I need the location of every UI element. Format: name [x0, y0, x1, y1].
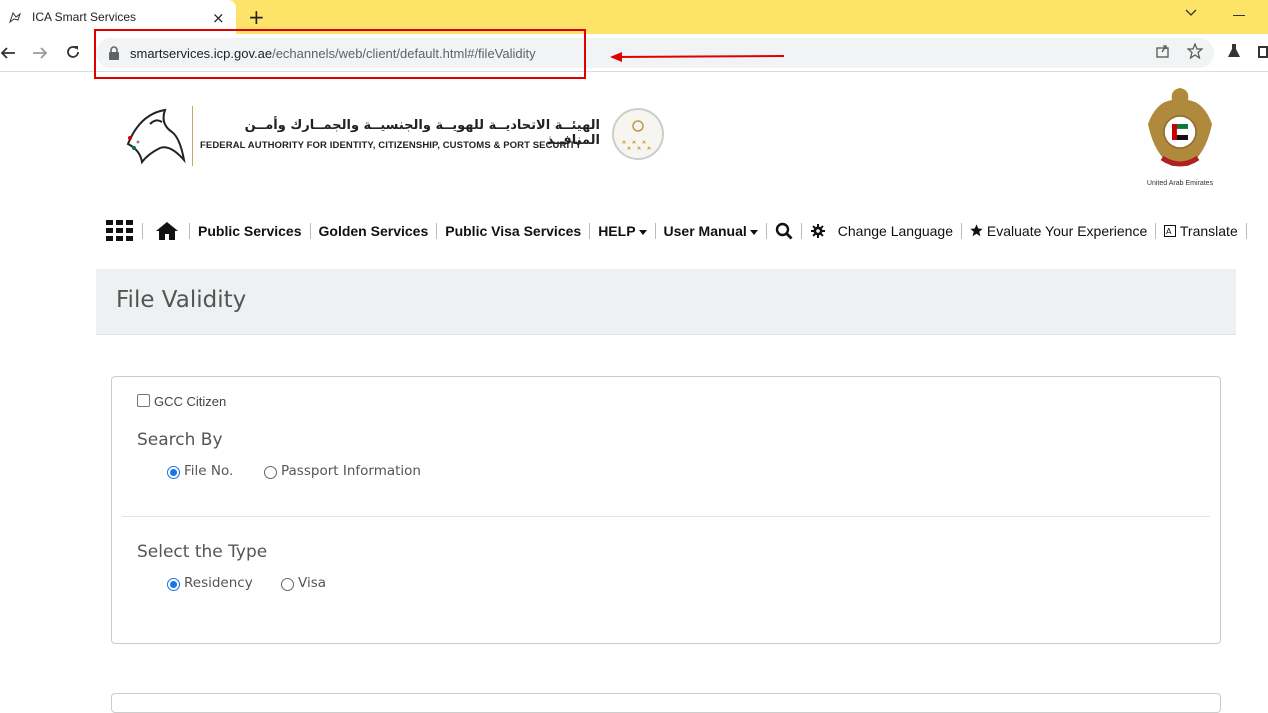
- tab-title: ICA Smart Services: [32, 10, 137, 24]
- gcc-citizen-checkbox[interactable]: [137, 393, 150, 407]
- tab-search-chevron-icon[interactable]: [1185, 9, 1197, 17]
- radio-visa[interactable]: Visa: [281, 574, 326, 591]
- tab-close-icon[interactable]: ×: [212, 9, 225, 27]
- nav-translate-label: Translate: [1179, 223, 1238, 239]
- main-navbar: Public Services Golden Services Public V…: [104, 214, 1247, 248]
- star-icon: [970, 224, 983, 237]
- nav-search[interactable]: [767, 222, 802, 240]
- falcon-favicon-icon: [9, 11, 21, 24]
- new-tab-button[interactable]: +: [248, 5, 265, 29]
- radio-residency[interactable]: Residency: [167, 574, 253, 591]
- side-panel-icon[interactable]: [1258, 46, 1268, 58]
- svg-text:A: A: [1166, 227, 1172, 236]
- minimize-icon[interactable]: [1233, 15, 1245, 16]
- back-arrow-icon[interactable]: [0, 45, 16, 61]
- radio-residency-label: Residency: [184, 574, 253, 591]
- radio-passport-info-label: Passport Information: [281, 462, 421, 479]
- home-icon: [156, 222, 178, 240]
- search-by-label: Search By: [137, 430, 223, 450]
- gcc-citizen-row[interactable]: GCC Citizen: [137, 391, 226, 409]
- url-annotation-box: [94, 29, 586, 79]
- annotation-arrow-icon: [610, 52, 785, 62]
- chevron-down-icon: [638, 229, 647, 235]
- radio-visa-button[interactable]: [281, 578, 294, 591]
- nav-golden-services[interactable]: Golden Services: [311, 223, 438, 239]
- nav-evaluate-label: Evaluate Your Experience: [986, 223, 1148, 239]
- nav-evaluate-experience[interactable]: Evaluate Your Experience: [962, 223, 1157, 239]
- radio-file-no-label: File No.: [184, 462, 234, 479]
- radio-residency-button[interactable]: [167, 578, 180, 591]
- page-title-band: File Validity: [96, 269, 1236, 335]
- radio-visa-label: Visa: [298, 574, 326, 591]
- translate-icon: A: [1164, 225, 1177, 237]
- nav-user-manual-label: User Manual: [663, 223, 747, 239]
- falcon-logo-icon: [126, 108, 186, 165]
- form-divider: [122, 516, 1210, 517]
- nav-translate[interactable]: A Translate: [1156, 223, 1247, 239]
- nav-help-label: HELP: [598, 223, 636, 239]
- nav-public-visa-services[interactable]: Public Visa Services: [437, 223, 591, 239]
- award-seal-icon: [612, 108, 664, 160]
- forward-arrow-icon[interactable]: [32, 45, 48, 61]
- nav-menu-grid[interactable]: [104, 220, 143, 241]
- select-type-label: Select the Type: [137, 542, 268, 562]
- page-title: File Validity: [116, 287, 247, 313]
- extension-flask-icon[interactable]: [1227, 43, 1241, 59]
- share-icon[interactable]: [1155, 43, 1171, 59]
- nav-settings[interactable]: [802, 223, 830, 239]
- uae-emblem-icon: [1148, 88, 1212, 167]
- nav-help[interactable]: HELP: [590, 223, 656, 239]
- next-form-panel: [111, 693, 1221, 713]
- org-name-english: FEDERAL AUTHORITY FOR IDENTITY, CITIZENS…: [200, 140, 582, 151]
- chevron-down-icon: [749, 229, 758, 235]
- emblem-caption: United Arab Emirates: [1146, 180, 1214, 187]
- nav-change-language[interactable]: Change Language: [830, 223, 963, 239]
- radio-file-no-button[interactable]: [167, 466, 180, 479]
- nav-public-services[interactable]: Public Services: [190, 223, 311, 239]
- search-icon: [775, 222, 793, 240]
- gcc-citizen-label: GCC Citizen: [154, 394, 227, 409]
- bookmark-star-icon[interactable]: [1187, 43, 1203, 59]
- radio-passport-info[interactable]: Passport Information: [264, 462, 421, 479]
- nav-user-manual[interactable]: User Manual: [656, 223, 767, 239]
- radio-file-no[interactable]: File No.: [167, 462, 233, 479]
- logo-divider: [192, 106, 193, 166]
- radio-passport-info-button[interactable]: [264, 466, 277, 479]
- reload-icon[interactable]: [65, 44, 81, 60]
- ica-logo[interactable]: الهيئــة الاتحاديــة للهويــة والجنسيــة…: [120, 100, 665, 170]
- grid-menu-icon: [106, 220, 133, 241]
- search-form-panel: GCC Citizen Search By File No. Passport …: [111, 376, 1221, 644]
- nav-home[interactable]: [143, 222, 190, 240]
- gear-icon: [810, 224, 825, 238]
